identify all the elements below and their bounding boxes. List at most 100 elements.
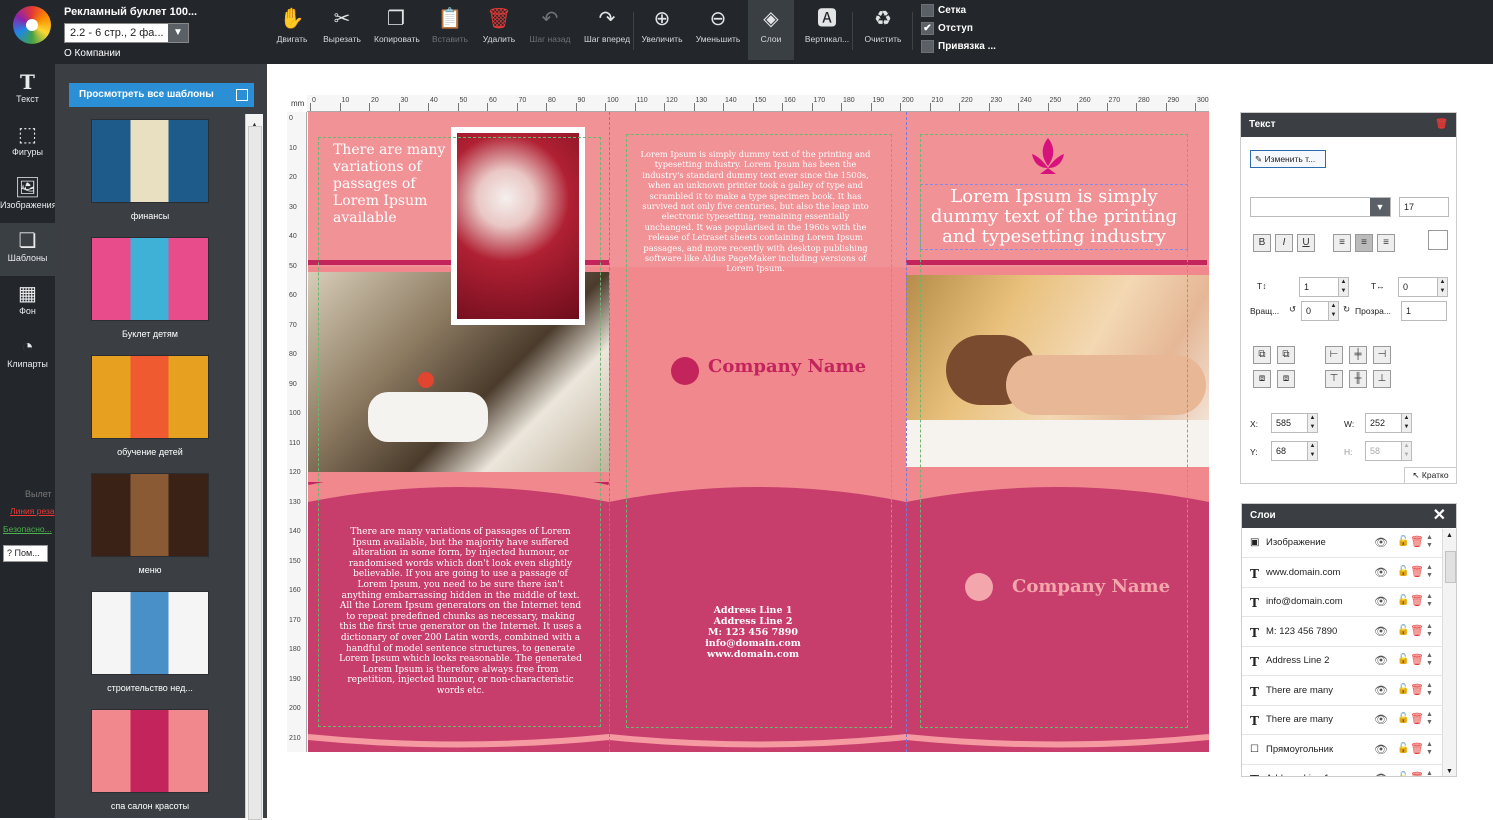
template-thumbnail[interactable] — [91, 709, 209, 793]
help-button[interactable]: ? Пом... — [3, 545, 48, 562]
tool-paste-button[interactable]: 📋 Вставить — [432, 0, 468, 60]
lock-icon[interactable]: 🔓 — [1397, 743, 1409, 754]
template-thumbnail[interactable] — [91, 355, 209, 439]
layer-row[interactable]: T Address Line 2 👁 🔓 🗑 ▲ ▼ — [1242, 647, 1442, 676]
eye-icon[interactable]: 👁 — [1374, 566, 1388, 579]
eye-icon[interactable]: 👁 — [1374, 684, 1388, 697]
tool-scissors-button[interactable]: ✂ Вырезать — [323, 0, 361, 60]
align-objects-center-button[interactable]: ╪ — [1349, 346, 1367, 364]
reorder-arrows-icon[interactable]: ▲▼ — [1426, 682, 1433, 698]
lock-icon[interactable]: 🔓 — [1397, 595, 1409, 606]
nav-item-templates[interactable]: ❏ Шаблоны — [0, 223, 55, 276]
pages-select[interactable]: 2.2 - 6 стр., 2 фа... ▼ — [64, 23, 189, 43]
lock-icon[interactable]: 🔓 — [1397, 625, 1409, 636]
template-item[interactable]: Буклет детям — [91, 237, 209, 339]
checkbox-box[interactable] — [921, 4, 934, 17]
align-objects-bottom-button[interactable]: ⊥ — [1373, 370, 1391, 388]
bold-button[interactable]: B — [1253, 234, 1271, 252]
send-back-button[interactable]: ⧈ — [1253, 370, 1271, 388]
layer-row[interactable]: Twww.domain.com 👁 🔓 🗑 ▲ ▼ — [1242, 559, 1442, 588]
layer-row[interactable]: Tinfo@domain.com 👁 🔓 🗑 ▲ ▼ — [1242, 588, 1442, 617]
trash-icon[interactable]: 🗑 — [1410, 683, 1424, 696]
y-input[interactable]: 68 ▲ ▼ — [1271, 441, 1318, 461]
letter-spacing-spinner[interactable]: ▲ ▼ — [1437, 278, 1447, 296]
trash-icon[interactable]: 🗑 — [1410, 742, 1424, 755]
scroll-up-icon[interactable]: ▲ — [1446, 532, 1453, 539]
reorder-arrows-icon[interactable]: ▲▼ — [1426, 623, 1433, 639]
app-logo-icon[interactable] — [13, 6, 51, 44]
trash-icon[interactable]: 🗑 — [1435, 113, 1448, 137]
eye-icon[interactable]: 👁 — [1374, 654, 1388, 667]
trash-icon[interactable]: 🗑 — [1410, 535, 1424, 548]
italic-button[interactable]: I — [1275, 234, 1293, 252]
rotate-spinner[interactable]: ▲ ▼ — [1328, 302, 1338, 320]
tool-zoom-out-button[interactable]: ⊖ Уменьшить — [695, 0, 741, 60]
trash-icon[interactable]: 🗑 — [1410, 565, 1424, 578]
lock-icon[interactable]: 🔓 — [1397, 684, 1409, 695]
nav-item-background[interactable]: ▦ Фон — [0, 276, 55, 329]
font-size-input[interactable]: 17 — [1399, 197, 1449, 217]
reorder-arrows-icon[interactable]: ▲▼ — [1426, 741, 1433, 757]
close-icon[interactable]: ✕ — [1433, 504, 1446, 528]
align-objects-right-button[interactable]: ⊣ — [1373, 346, 1391, 364]
checkbox-box[interactable] — [921, 40, 934, 53]
nav-item-image[interactable]: 🖼 Изображения — [0, 170, 57, 223]
layers-scrollbar[interactable]: ▲ ▼ — [1442, 529, 1456, 776]
align-objects-middle-button[interactable]: ╫ — [1349, 370, 1367, 388]
template-thumbnail[interactable] — [91, 473, 209, 557]
scrollbar-thumb[interactable] — [1445, 551, 1456, 583]
eye-icon[interactable]: 👁 — [1374, 536, 1388, 549]
reorder-arrows-icon[interactable]: ▲▼ — [1426, 534, 1433, 550]
brochure-spread[interactable]: There are many variations of passages of… — [308, 112, 1209, 752]
template-thumbnail[interactable] — [91, 591, 209, 675]
align-objects-left-button[interactable]: ⊢ — [1325, 346, 1343, 364]
w-spinner[interactable]: ▲ ▼ — [1401, 414, 1411, 432]
align-center-button[interactable]: ≡ — [1355, 234, 1373, 252]
layer-row[interactable]: ▣ Изображение 👁 🔓 🗑 ▲ ▼ — [1242, 529, 1442, 558]
text-color-picker[interactable] — [1428, 230, 1448, 250]
align-right-button[interactable]: ≡ — [1377, 234, 1395, 252]
bring-front-button[interactable]: ⧉ — [1253, 346, 1271, 364]
template-item[interactable]: финансы — [91, 119, 209, 221]
checkbox-2[interactable]: Привязка ... — [921, 40, 996, 53]
safe-zone-link[interactable]: Безопасно... — [3, 524, 52, 534]
about-company-link[interactable]: О Компании — [64, 48, 121, 59]
checkmark-icon[interactable]: ✔ — [921, 22, 934, 35]
view-all-templates-button[interactable]: Просмотреть все шаблоны — [69, 83, 254, 107]
eye-icon[interactable]: 👁 — [1374, 625, 1388, 638]
template-thumbnail[interactable] — [91, 119, 209, 203]
reorder-arrows-icon[interactable]: ▲▼ — [1426, 564, 1433, 580]
tool-recycle-button[interactable]: ♻ Очистить — [862, 0, 904, 60]
template-item[interactable]: меню — [91, 473, 209, 575]
eye-icon[interactable]: 👁 — [1374, 595, 1388, 608]
template-item[interactable]: спа салон красоты — [91, 709, 209, 811]
reorder-arrows-icon[interactable]: ▲▼ — [1426, 770, 1433, 776]
nav-item-clipart[interactable]: ◔ Клипарты — [0, 329, 55, 382]
tool-hand-button[interactable]: ✋ Двигать — [276, 0, 308, 60]
tool-layers-button[interactable]: ◈ Слои — [748, 0, 794, 60]
layer-row[interactable]: T There are many 👁 🔓 🗑 ▲ ▼ — [1242, 677, 1442, 706]
nav-item-text[interactable]: T Текст — [0, 64, 55, 117]
y-spinner[interactable]: ▲ ▼ — [1307, 442, 1317, 460]
lock-icon[interactable]: 🔓 — [1397, 566, 1409, 577]
w-input[interactable]: 252 ▲ ▼ — [1365, 413, 1412, 433]
reorder-arrows-icon[interactable]: ▲▼ — [1426, 652, 1433, 668]
tool-redo-button[interactable]: ↷ Шаг вперед — [584, 0, 630, 60]
scroll-down-icon[interactable]: ▼ — [1446, 768, 1453, 775]
line-height-spinner[interactable]: ▲ ▼ — [1338, 278, 1348, 296]
scrollbar-thumb[interactable] — [248, 126, 262, 820]
checkbox-0[interactable]: Сетка — [921, 4, 966, 17]
font-family-select[interactable]: ▼ — [1250, 197, 1391, 217]
underline-button[interactable]: U — [1297, 234, 1315, 252]
eye-icon[interactable]: 👁 — [1374, 743, 1388, 756]
lock-icon[interactable]: 🔓 — [1397, 772, 1409, 776]
trash-icon[interactable]: 🗑 — [1410, 653, 1424, 666]
x-input[interactable]: 585 ▲ ▼ — [1271, 413, 1318, 433]
cut-line-link[interactable]: Линия реза — [10, 506, 55, 516]
send-backward-button[interactable]: ⧈ — [1277, 370, 1295, 388]
layer-row[interactable]: T Address Line 1 👁 🔓🗑▲▼ — [1242, 765, 1442, 776]
x-spinner[interactable]: ▲ ▼ — [1307, 414, 1317, 432]
align-left-button[interactable]: ≡ — [1333, 234, 1351, 252]
chevron-down-icon[interactable]: ▼ — [1370, 198, 1390, 216]
layer-row[interactable]: ☐ Прямоугольник 👁 🔓 🗑 ▲ ▼ — [1242, 736, 1442, 765]
